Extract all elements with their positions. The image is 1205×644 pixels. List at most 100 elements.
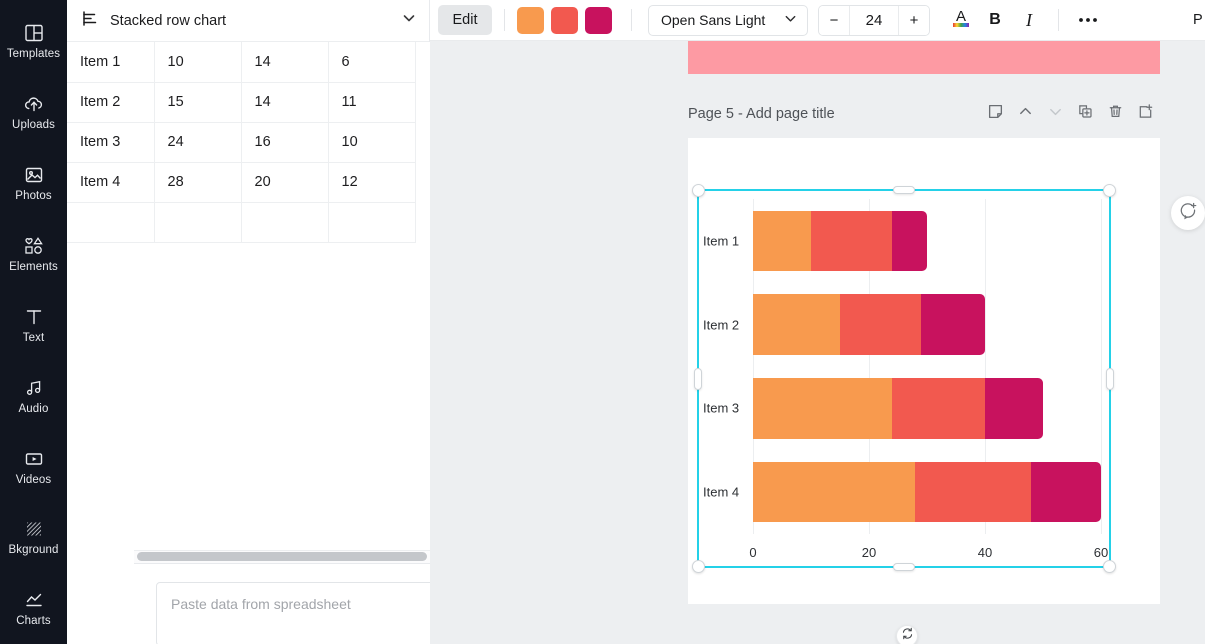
shapes-icon — [22, 235, 46, 257]
add-comment-button[interactable] — [1171, 196, 1205, 230]
resize-handle-top-right[interactable] — [1103, 184, 1116, 197]
chart-bar-row[interactable] — [753, 461, 1101, 523]
chart-bar-segment[interactable] — [892, 378, 985, 439]
add-page-button[interactable] — [1130, 101, 1160, 127]
grid-cell[interactable]: Item 4 — [67, 162, 155, 203]
resize-handle-top[interactable] — [893, 186, 915, 194]
sidebar-item-photos[interactable]: Photos — [0, 148, 67, 219]
grid-cell[interactable]: 6 — [328, 42, 416, 83]
sidebar-item-bkground[interactable]: Bkground — [0, 502, 67, 573]
chart-bar-row[interactable] — [753, 294, 985, 355]
row-chart-icon — [81, 10, 98, 32]
resize-handle-bottom[interactable] — [893, 563, 915, 571]
position-button-truncated[interactable]: P — [1193, 12, 1205, 28]
move-page-down-button[interactable] — [1040, 101, 1070, 127]
resize-handle-left[interactable] — [694, 367, 702, 390]
grid-cell[interactable]: 12 — [328, 162, 416, 203]
sidebar-item-uploads[interactable]: Uploads — [0, 77, 67, 148]
sidebar-label: Text — [22, 331, 45, 344]
refresh-icon — [901, 627, 914, 644]
sidebar-item-text[interactable]: Text — [0, 290, 67, 361]
grid-cell[interactable]: 28 — [154, 162, 242, 203]
grid-cell[interactable]: 15 — [154, 82, 242, 123]
grid-horizontal-scrollbar[interactable] — [137, 552, 427, 561]
grid-cell[interactable] — [154, 202, 242, 243]
font-size-stepper: − 24 + — [818, 4, 930, 36]
grid-cell[interactable]: Item 3 — [67, 122, 155, 163]
chart-bar-segment[interactable] — [753, 378, 893, 439]
category-label: Item 2 — [703, 317, 740, 333]
chart-bar-segment[interactable] — [921, 294, 985, 355]
chart-bar-segment[interactable] — [840, 294, 922, 355]
notes-button[interactable] — [980, 101, 1010, 127]
duplicate-page-button[interactable] — [1070, 101, 1100, 127]
chart-bar-segment[interactable] — [915, 461, 1032, 523]
move-page-up-button[interactable] — [1010, 101, 1040, 127]
chart-bar-segment[interactable] — [892, 210, 927, 272]
stacked-row-chart[interactable]: 0 20 40 60 Item 1 Item 2 Item 3 Item 4 — [699, 191, 1109, 566]
font-size-decrease-button[interactable]: − — [819, 5, 849, 35]
chart-type-selector[interactable]: Stacked row chart — [67, 0, 429, 42]
font-family-select[interactable]: Open Sans Light — [648, 4, 808, 36]
sidebar-item-audio[interactable]: Audio — [0, 360, 67, 431]
grid-cell[interactable] — [67, 202, 155, 243]
grid-cell[interactable]: 10 — [328, 122, 416, 163]
table-row[interactable]: Item 4 28 20 12 — [67, 162, 416, 203]
delete-page-button[interactable] — [1100, 101, 1130, 127]
sidebar-item-videos[interactable]: Videos — [0, 431, 67, 502]
font-size-value[interactable]: 24 — [849, 5, 899, 35]
grid-cell[interactable]: 16 — [241, 122, 329, 163]
grid-cell[interactable]: 11 — [328, 82, 416, 123]
edit-button[interactable]: Edit — [438, 5, 492, 35]
table-row[interactable]: Item 2 15 14 11 — [67, 82, 416, 123]
chart-bar-row[interactable] — [753, 378, 1043, 439]
sidebar-item-templates[interactable]: Templates — [0, 6, 67, 77]
copy-plus-icon — [1077, 103, 1094, 125]
grid-cell[interactable]: Item 1 — [67, 42, 155, 83]
chart-bar-segment[interactable] — [984, 378, 1043, 439]
chart-bar-segment[interactable] — [753, 461, 916, 523]
text-color-icon: A — [950, 6, 972, 35]
more-options-button[interactable] — [1071, 5, 1105, 36]
bold-button[interactable]: B — [978, 5, 1012, 36]
category-label: Item 3 — [703, 400, 740, 416]
grid-cell[interactable]: 14 — [241, 82, 329, 123]
resize-handle-bottom-right[interactable] — [1103, 560, 1116, 573]
refresh-chart-button[interactable] — [896, 625, 918, 644]
hatch-pattern-icon — [23, 518, 45, 540]
sidebar-item-charts[interactable]: Charts — [0, 573, 67, 644]
grid-cell[interactable] — [328, 202, 416, 243]
text-color-button[interactable]: A — [944, 5, 978, 36]
color-swatch-2[interactable] — [551, 6, 578, 34]
resize-handle-bottom-left[interactable] — [692, 560, 705, 573]
color-swatch-1[interactable] — [517, 6, 544, 34]
resize-handle-right[interactable] — [1106, 367, 1114, 390]
grid-cell[interactable]: 20 — [241, 162, 329, 203]
grid-cell[interactable]: 14 — [241, 42, 329, 83]
italic-button[interactable]: I — [1012, 5, 1046, 36]
chart-selection-frame[interactable]: 0 20 40 60 Item 1 Item 2 Item 3 Item 4 — [692, 184, 1116, 573]
grid-cell[interactable]: 10 — [154, 42, 242, 83]
chart-type-label: Stacked row chart — [110, 12, 227, 29]
previous-page-thumbnail[interactable] — [688, 41, 1160, 74]
grid-cell[interactable] — [241, 202, 329, 243]
chart-bar-segment[interactable] — [1031, 461, 1101, 523]
chart-bar-segment[interactable] — [753, 294, 840, 355]
chevron-down-icon[interactable] — [401, 10, 417, 31]
color-swatch-3[interactable] — [585, 6, 612, 34]
grid-cell[interactable]: Item 2 — [67, 82, 155, 123]
table-row[interactable] — [67, 202, 416, 243]
sidebar-label: Charts — [16, 615, 51, 628]
sidebar-item-elements[interactable]: Elements — [0, 219, 67, 290]
chart-bar-segment[interactable] — [753, 210, 811, 272]
page-title-label[interactable]: Page 5 - Add page title — [688, 106, 980, 122]
sticky-note-icon — [987, 103, 1004, 125]
table-row[interactable]: Item 3 24 16 10 — [67, 122, 416, 163]
chart-bar-row[interactable] — [753, 210, 927, 272]
font-size-increase-button[interactable]: + — [899, 5, 929, 35]
line-chart-icon — [23, 589, 45, 611]
chart-bar-segment[interactable] — [811, 210, 893, 272]
resize-handle-top-left[interactable] — [692, 184, 705, 197]
table-row[interactable]: Item 1 10 14 6 — [67, 42, 416, 83]
grid-cell[interactable]: 24 — [154, 122, 242, 163]
